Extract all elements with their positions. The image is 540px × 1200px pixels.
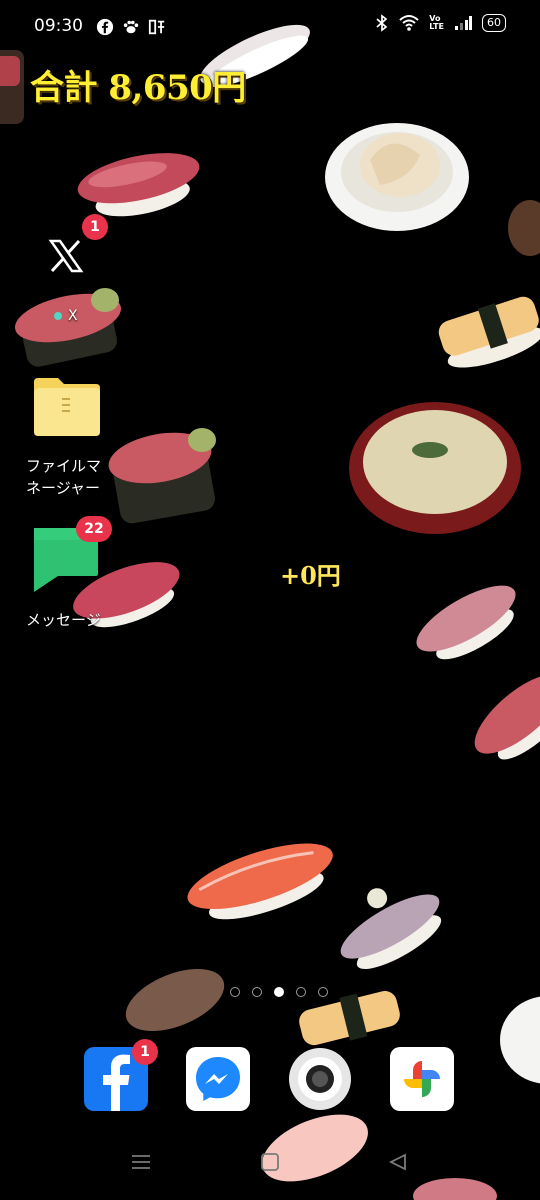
teal-dot [54, 312, 62, 320]
delta-price-label: +0円 [280, 561, 341, 590]
app-messages[interactable]: 22 メッセージ [20, 516, 116, 630]
messenger-logo-icon [196, 1057, 240, 1101]
sushi-shrimp [187, 843, 333, 920]
page-dot[interactable] [252, 987, 262, 997]
miso-soup [349, 402, 521, 534]
status-bar: 09:30 Vo LTE 60 [0, 0, 540, 56]
plate-partial [500, 996, 540, 1084]
sushi-tuna-3 [416, 585, 516, 660]
page-dot[interactable] [318, 987, 328, 997]
messages-label: メッセージ [26, 611, 101, 629]
battery-indicator: 60 [482, 14, 506, 32]
ginger-plate [325, 123, 469, 231]
sushi-gunkan-1 [14, 288, 122, 367]
sushi-partial-topleft [0, 50, 24, 124]
dock-camera[interactable] [288, 1047, 352, 1111]
nav-back-button[interactable] [388, 1152, 408, 1178]
page-dot[interactable] [274, 987, 284, 997]
sushi-partial-right [508, 200, 540, 256]
total-price-label: 合計 8,650円 [30, 68, 246, 108]
file-manager-label-line1: ファイルマ [26, 457, 102, 475]
sushi-tuna-4 [474, 674, 540, 760]
home-square-icon [261, 1153, 279, 1171]
app-x-label: X [68, 308, 78, 324]
page-dot[interactable] [230, 987, 240, 997]
app-kanji-icon [148, 19, 165, 35]
menu-icon [132, 1155, 150, 1169]
notification-badge: 1 [132, 1039, 158, 1065]
paw-icon [123, 20, 139, 34]
camera-icon [289, 1048, 351, 1110]
page-indicator [230, 987, 328, 997]
x-logo-icon [48, 239, 84, 273]
folder-icon [34, 378, 100, 436]
sushi-anago [125, 969, 225, 1031]
file-manager-label-line2: ネージャー [26, 479, 100, 497]
facebook-icon [96, 18, 114, 36]
notification-badge: 22 [76, 516, 112, 542]
dock-facebook[interactable]: 1 [84, 1039, 158, 1111]
app-x[interactable]: 1 [34, 214, 108, 282]
status-right-icons: Vo LTE 60 [375, 14, 506, 32]
sushi-tamago-1 [438, 296, 540, 368]
volte-icon: Vo LTE [429, 14, 444, 31]
nav-menu-button[interactable] [130, 1152, 152, 1177]
sushi-aji [340, 888, 442, 970]
bluetooth-icon [376, 14, 388, 32]
dock-google-photos[interactable] [390, 1047, 454, 1111]
page-dot[interactable] [296, 987, 306, 997]
sushi-gunkan-2 [108, 428, 216, 524]
status-time: 09:30 [34, 16, 83, 36]
wifi-icon [399, 15, 419, 31]
google-photos-icon [404, 1061, 440, 1097]
app-file-manager[interactable]: ファイルマ ネージャー [20, 368, 116, 498]
dock-messenger[interactable] [186, 1047, 250, 1111]
sushi-partial-bottom [413, 1178, 497, 1200]
nav-home-button[interactable] [260, 1152, 280, 1178]
notification-badge: 1 [82, 214, 108, 240]
sushi-shrimp-2 [262, 1114, 368, 1182]
signal-icon [455, 16, 472, 30]
back-arrow-icon [388, 1153, 406, 1171]
